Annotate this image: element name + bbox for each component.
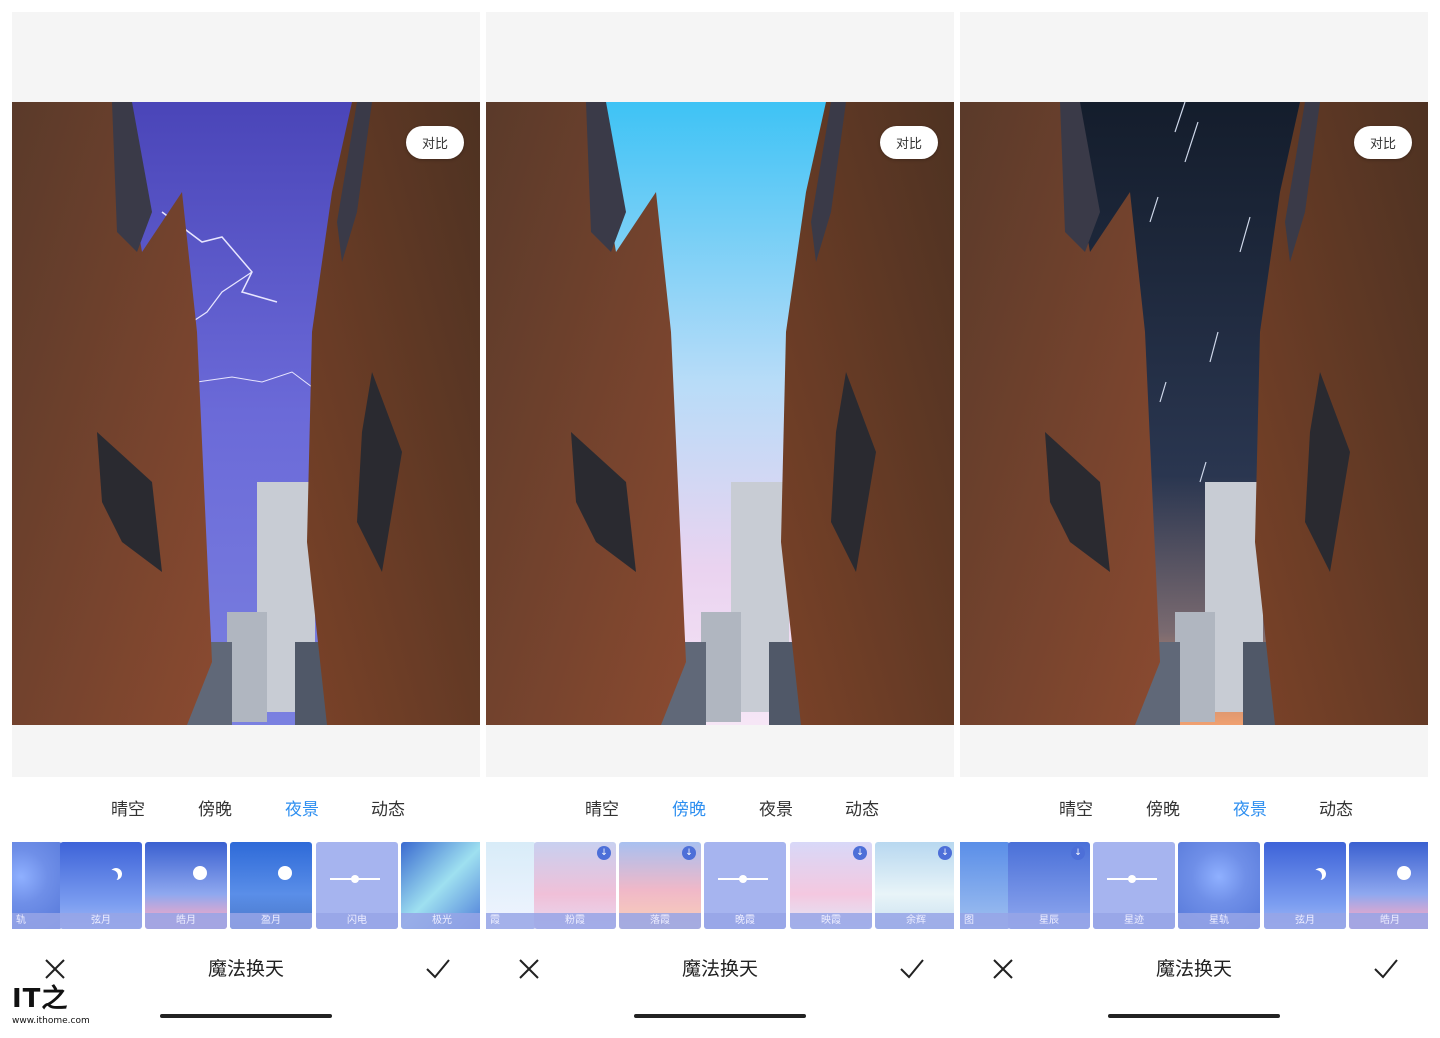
tab-1[interactable]: 傍晚 bbox=[1133, 795, 1193, 820]
thumbnail-label: 弦月 bbox=[60, 913, 142, 929]
thumbnail-label: 皓月 bbox=[1349, 913, 1428, 929]
close-icon[interactable] bbox=[990, 956, 1016, 982]
tab-0[interactable]: 晴空 bbox=[98, 795, 158, 820]
thumbnail-label: 霞 bbox=[486, 913, 536, 929]
photo-preview bbox=[486, 102, 954, 725]
sky-category-tabs: 晴空 傍晚 夜景 动态 bbox=[12, 795, 480, 823]
thumbnail-label: 皓月 bbox=[145, 913, 227, 929]
sky-thumbnail[interactable]: 轨 bbox=[12, 842, 62, 929]
home-indicator bbox=[1108, 1014, 1280, 1018]
thumbnail-label: 粉霞 bbox=[534, 913, 616, 929]
thumbnail-label: 极光 bbox=[401, 913, 480, 929]
sky-thumbnail[interactable]: 霞 bbox=[486, 842, 536, 929]
thumbnail-label: 弦月 bbox=[1264, 913, 1346, 929]
compare-button[interactable]: 对比 bbox=[880, 126, 938, 159]
logo-mark: IT之 bbox=[12, 984, 69, 1014]
slider-glyph bbox=[1107, 875, 1157, 883]
editor-panel-1: 对比晴空 傍晚 夜景 动态轨弦月 皓月 盈月 闪电 极光魔法换天 bbox=[12, 12, 480, 1038]
top-bar bbox=[486, 12, 954, 102]
editor-panel-3: 对比晴空 傍晚 夜景 动态图 ↓ 星辰 星迹 星轨 弦月 皓月魔法换天 bbox=[960, 12, 1428, 1038]
feature-title: 魔法换天 bbox=[1155, 958, 1232, 980]
moon-glyph bbox=[1397, 866, 1411, 880]
ithome-logo: IT之 www.ithome.com bbox=[12, 978, 102, 1030]
thumbnail-label: 盈月 bbox=[230, 913, 312, 929]
tab-1[interactable]: 傍晚 bbox=[659, 795, 719, 820]
compare-button[interactable]: 对比 bbox=[406, 126, 464, 159]
sky-thumbnail[interactable]: ↓ 余辉 bbox=[875, 842, 954, 929]
home-indicator bbox=[634, 1014, 806, 1018]
preview-bottom-area bbox=[486, 725, 954, 777]
download-icon: ↓ bbox=[853, 846, 867, 860]
sky-category-tabs: 晴空 傍晚 夜景 动态 bbox=[486, 795, 954, 823]
photo-preview bbox=[960, 102, 1428, 725]
tab-1[interactable]: 傍晚 bbox=[185, 795, 245, 820]
thumbnail-label: 映霞 bbox=[790, 913, 872, 929]
sky-thumbnail[interactable]: ↓ 映霞 bbox=[790, 842, 872, 929]
sky-thumbnail[interactable]: 极光 bbox=[401, 842, 480, 929]
thumbnail-label: 星辰 bbox=[1008, 913, 1090, 929]
sky-thumbnail[interactable]: 闪电 bbox=[316, 842, 398, 929]
feature-title: 魔法换天 bbox=[207, 958, 284, 980]
tab-3[interactable]: 动态 bbox=[1306, 795, 1366, 820]
download-icon: ↓ bbox=[682, 846, 696, 860]
tab-2[interactable]: 夜景 bbox=[272, 795, 332, 820]
download-icon: ↓ bbox=[938, 846, 952, 860]
editor-panel-2: 对比晴空 傍晚 夜景 动态霞 ↓ 粉霞 ↓ 落霞 晚霞 ↓ 映霞 ↓ 余辉魔法换天 bbox=[486, 12, 954, 1038]
sky-category-tabs: 晴空 傍晚 夜景 动态 bbox=[960, 795, 1428, 823]
thumbnail-label: 星轨 bbox=[1178, 913, 1260, 929]
home-indicator bbox=[160, 1014, 332, 1018]
moon-glyph bbox=[193, 866, 207, 880]
sky-thumbnail[interactable]: 弦月 bbox=[60, 842, 142, 929]
tab-0[interactable]: 晴空 bbox=[572, 795, 632, 820]
sky-thumbnail[interactable]: ↓ 粉霞 bbox=[534, 842, 616, 929]
thumbnail-label: 轨 bbox=[12, 913, 62, 929]
sky-thumbnail-strip: 图 ↓ 星辰 星迹 星轨 弦月 皓月 bbox=[960, 842, 1428, 930]
sky-thumbnail[interactable]: 皓月 bbox=[1349, 842, 1428, 929]
sky-thumbnail-strip: 霞 ↓ 粉霞 ↓ 落霞 晚霞 ↓ 映霞 ↓ 余辉 bbox=[486, 842, 954, 930]
moon-glyph bbox=[106, 870, 118, 882]
sky-thumbnail[interactable]: 盈月 bbox=[230, 842, 312, 929]
moon-glyph bbox=[278, 866, 292, 880]
thumbnail-label: 闪电 bbox=[316, 913, 398, 929]
tab-2[interactable]: 夜景 bbox=[746, 795, 806, 820]
tab-3[interactable]: 动态 bbox=[832, 795, 892, 820]
sky-thumbnail[interactable]: 弦月 bbox=[1264, 842, 1346, 929]
slider-glyph bbox=[718, 875, 768, 883]
sky-thumbnail[interactable]: 图 bbox=[960, 842, 1010, 929]
check-icon[interactable] bbox=[898, 956, 926, 982]
sky-thumbnail[interactable]: 皓月 bbox=[145, 842, 227, 929]
thumbnail-label: 晚霞 bbox=[704, 913, 786, 929]
tab-2[interactable]: 夜景 bbox=[1220, 795, 1280, 820]
moon-glyph bbox=[1310, 870, 1322, 882]
preview-bottom-area bbox=[960, 725, 1428, 777]
photo-preview bbox=[12, 102, 480, 725]
bottom-action-bar: 魔法换天 bbox=[486, 950, 954, 988]
compare-button[interactable]: 对比 bbox=[1354, 126, 1412, 159]
check-icon[interactable] bbox=[1372, 956, 1400, 982]
slider-glyph bbox=[330, 875, 380, 883]
top-bar bbox=[12, 12, 480, 102]
tab-3[interactable]: 动态 bbox=[358, 795, 418, 820]
logo-url: www.ithome.com bbox=[12, 1016, 90, 1026]
feature-title: 魔法换天 bbox=[681, 958, 758, 980]
thumbnail-label: 图 bbox=[960, 913, 1010, 929]
tab-0[interactable]: 晴空 bbox=[1046, 795, 1106, 820]
sky-thumbnail[interactable]: 星迹 bbox=[1093, 842, 1175, 929]
sky-thumbnail[interactable]: 晚霞 bbox=[704, 842, 786, 929]
thumbnail-label: 星迹 bbox=[1093, 913, 1175, 929]
download-icon: ↓ bbox=[1071, 846, 1085, 860]
thumbnail-label: 落霞 bbox=[619, 913, 701, 929]
close-icon[interactable] bbox=[516, 956, 542, 982]
download-icon: ↓ bbox=[597, 846, 611, 860]
check-icon[interactable] bbox=[424, 956, 452, 982]
preview-bottom-area bbox=[12, 725, 480, 777]
sky-thumbnail[interactable]: ↓ 落霞 bbox=[619, 842, 701, 929]
top-bar bbox=[960, 12, 1428, 102]
sky-thumbnail-strip: 轨弦月 皓月 盈月 闪电 极光 bbox=[12, 842, 480, 930]
sky-thumbnail[interactable]: ↓ 星辰 bbox=[1008, 842, 1090, 929]
bottom-action-bar: 魔法换天 bbox=[960, 950, 1428, 988]
sky-thumbnail[interactable]: 星轨 bbox=[1178, 842, 1260, 929]
thumbnail-label: 余辉 bbox=[875, 913, 954, 929]
